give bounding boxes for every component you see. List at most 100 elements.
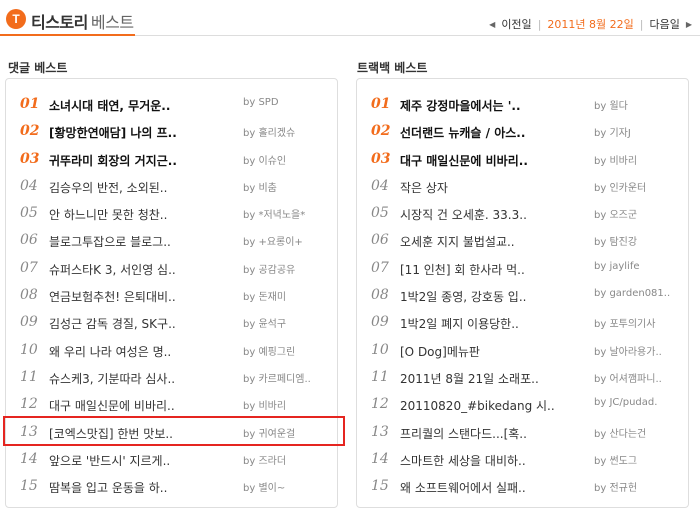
list-item[interactable]: 12 20110820_#bikedang 시.. by JC/pudad. xyxy=(357,391,688,418)
post-title-link[interactable]: 김성근 감독 경질, SK구.. xyxy=(49,315,239,332)
author-link[interactable]: by 별이~ xyxy=(243,479,335,494)
list-item[interactable]: 09 1박2일 폐지 이용당한.. by 포투의기사 xyxy=(357,309,688,336)
list-item[interactable]: 10 왜 우리 나라 여성은 명.. by 예핑그린 xyxy=(6,337,337,364)
author-link[interactable]: by 이슈인 xyxy=(243,152,335,167)
post-title-link[interactable]: 왜 소프트웨어에서 실패.. xyxy=(400,479,590,496)
list-item[interactable]: 13 프리퀄의 스탠다드...[혹.. by 산다는건 xyxy=(357,419,688,446)
author-link[interactable]: by 오즈군 xyxy=(594,206,686,221)
author-link[interactable]: by 즈라더 xyxy=(243,452,335,467)
list-item[interactable]: 10 [O Dog]메뉴판 by 날아라용가.. xyxy=(357,337,688,364)
author-link[interactable]: by 비춤 xyxy=(243,179,335,194)
list-item[interactable]: 07 슈퍼스타K 3, 서인영 심.. by 공감공유 xyxy=(6,255,337,282)
author-link[interactable]: by jaylife xyxy=(594,261,686,272)
author-link[interactable]: by 기자J xyxy=(594,124,686,139)
list-item[interactable]: 02 [황망한연애담] 나의 프.. by 홀리겠슈 xyxy=(6,118,337,145)
list-item[interactable]: 14 앞으로 '반드시' 지르게.. by 즈라더 xyxy=(6,446,337,473)
list-item[interactable]: 06 블로그투잡으로 블로그.. by +요롱이+ xyxy=(6,227,337,254)
list-item[interactable]: 07 [11 인천] 회 한사라 먹.. by jaylife xyxy=(357,255,688,282)
post-title-link[interactable]: [O Dog]메뉴판 xyxy=(400,343,590,360)
author-link[interactable]: by 공감공유 xyxy=(243,261,335,276)
list-item[interactable]: 02 선더랜드 뉴캐슬 / 아스.. by 기자J xyxy=(357,118,688,145)
post-title-link[interactable]: 연금보험추천! 은퇴대비.. xyxy=(49,288,239,305)
rank-number: 14 xyxy=(20,450,38,467)
list-item[interactable]: 11 2011년 8월 21일 소래포.. by 어셔깸파니.. xyxy=(357,364,688,391)
author-link[interactable]: by 인카운터 xyxy=(594,179,686,194)
rank-number: 12 xyxy=(371,396,389,413)
author-link[interactable]: by 포투의기사 xyxy=(594,315,686,330)
post-title-link[interactable]: [황망한연애담] 나의 프.. xyxy=(49,124,239,141)
post-title-link[interactable]: 블로그투잡으로 블로그.. xyxy=(49,233,239,250)
author-link[interactable]: by 윤석구 xyxy=(243,315,335,330)
post-title-link[interactable]: 앞으로 '반드시' 지르게.. xyxy=(49,452,239,469)
list-item[interactable]: 05 시장직 건 오세훈. 33.3.. by 오즈군 xyxy=(357,200,688,227)
post-title-link[interactable]: 20110820_#bikedang 시.. xyxy=(400,397,590,414)
list-item[interactable]: 15 왜 소프트웨어에서 실패.. by 전규헌 xyxy=(357,473,688,500)
post-title-link[interactable]: 1박2일 종영, 강호동 입.. xyxy=(400,288,590,305)
list-item[interactable]: 06 오세훈 지지 불법설교.. by 탐진강 xyxy=(357,227,688,254)
post-title-link[interactable]: 대구 매일신문에 비바리.. xyxy=(49,397,239,414)
tistory-logo-icon[interactable]: T xyxy=(6,9,26,29)
list-item[interactable]: 01 제주 강정마을에서는 '.. by 윌다 xyxy=(357,91,688,118)
author-link[interactable]: by 돈재미 xyxy=(243,288,335,303)
post-title-link[interactable]: 땀복을 입고 운동을 하.. xyxy=(49,479,239,496)
post-title-link[interactable]: 안 하느니만 못한 청찬.. xyxy=(49,206,239,223)
author-link[interactable]: by 날아라용가.. xyxy=(594,343,686,358)
post-title-link[interactable]: 슈퍼스타K 3, 서인영 심.. xyxy=(49,261,239,278)
list-item[interactable]: 08 1박2일 종영, 강호동 입.. by garden081.. xyxy=(357,282,688,309)
author-link[interactable]: by 윌다 xyxy=(594,97,686,112)
post-title-link[interactable]: 1박2일 폐지 이용당한.. xyxy=(400,315,590,332)
author-link[interactable]: by 썬도그 xyxy=(594,452,686,467)
author-link[interactable]: by 비바리 xyxy=(243,397,335,412)
author-link[interactable]: by garden081.. xyxy=(594,288,686,299)
post-title-link[interactable]: 2011년 8월 21일 소래포.. xyxy=(400,370,590,387)
post-title-link[interactable]: [11 인천] 회 한사라 먹.. xyxy=(400,261,590,278)
author-link[interactable]: by 전규헌 xyxy=(594,479,686,494)
post-title-link[interactable]: 대구 매일신문에 비바리.. xyxy=(400,152,590,169)
post-title-link[interactable]: 시장직 건 오세훈. 33.3.. xyxy=(400,206,590,223)
list-item[interactable]: 15 땀복을 입고 운동을 하.. by 별이~ xyxy=(6,473,337,500)
list-item[interactable]: 05 안 하느니만 못한 청찬.. by *저녁노을* xyxy=(6,200,337,227)
nav-separator: | xyxy=(537,17,542,31)
rank-number: 01 xyxy=(20,96,40,112)
author-link[interactable]: by 카르페디엠.. xyxy=(243,370,335,385)
post-title-link[interactable]: 스마트한 세상을 대비하.. xyxy=(400,452,590,469)
list-item[interactable]: 01 소녀시대 태연, 무거운.. by SPD xyxy=(6,91,337,118)
list-item[interactable]: 11 슈스케3, 기분따라 심사.. by 카르페디엠.. xyxy=(6,364,337,391)
author-link[interactable]: by +요롱이+ xyxy=(243,233,335,248)
list-item[interactable]: 03 대구 매일신문에 비바리.. by 비바리 xyxy=(357,146,688,173)
author-link[interactable]: by 비바리 xyxy=(594,152,686,167)
post-title-link[interactable]: 소녀시대 태연, 무거운.. xyxy=(49,97,239,114)
author-link[interactable]: by *저녁노을* xyxy=(243,206,335,221)
author-link[interactable]: by 어셔깸파니.. xyxy=(594,370,686,385)
brand-title[interactable]: 티스토리 베스트 xyxy=(31,9,134,33)
post-title-link[interactable]: 프리퀄의 스탠다드...[혹.. xyxy=(400,425,590,442)
post-title-link[interactable]: 제주 강정마을에서는 '.. xyxy=(400,97,590,114)
author-link[interactable]: by 홀리겠슈 xyxy=(243,124,335,139)
rank-number: 09 xyxy=(20,314,38,331)
post-title-link[interactable]: 선더랜드 뉴캐슬 / 아스.. xyxy=(400,124,590,141)
author-link[interactable]: by 산다는건 xyxy=(594,425,686,440)
next-arrow-icon[interactable]: ▶ xyxy=(686,20,692,29)
next-day-link[interactable]: 다음일 xyxy=(649,16,679,32)
list-item[interactable]: 04 김승우의 반전, 소외된.. by 비춤 xyxy=(6,173,337,200)
post-title-link[interactable]: 오세훈 지지 불법설교.. xyxy=(400,233,590,250)
list-item[interactable]: 09 김성근 감독 경질, SK구.. by 윤석구 xyxy=(6,309,337,336)
post-title-link[interactable]: 왜 우리 나라 여성은 명.. xyxy=(49,343,239,360)
prev-arrow-icon[interactable]: ◀ xyxy=(489,20,495,29)
author-link[interactable]: by 예핑그린 xyxy=(243,343,335,358)
list-item[interactable]: 04 작은 상자 by 인카운터 xyxy=(357,173,688,200)
post-title-link[interactable]: 귀뚜라미 회장의 거지근.. xyxy=(49,152,239,169)
list-item[interactable]: 08 연금보험추천! 은퇴대비.. by 돈재미 xyxy=(6,282,337,309)
page-header: T 티스토리 베스트 ◀ 이전일 | 2011년 8월 22일 | 다음일 ▶ xyxy=(0,0,700,38)
author-link[interactable]: by 탐진강 xyxy=(594,233,686,248)
list-item[interactable]: 12 대구 매일신문에 비바리.. by 비바리 xyxy=(6,391,337,418)
prev-day-link[interactable]: 이전일 xyxy=(501,16,531,32)
author-link[interactable]: by SPD xyxy=(243,97,335,108)
author-link[interactable]: by JC/pudad. xyxy=(594,397,686,408)
list-item[interactable]: 14 스마트한 세상을 대비하.. by 썬도그 xyxy=(357,446,688,473)
post-title-link[interactable]: 슈스케3, 기분따라 심사.. xyxy=(49,370,239,387)
post-title-link[interactable]: 김승우의 반전, 소외된.. xyxy=(49,179,239,196)
list-item[interactable]: 03 귀뚜라미 회장의 거지근.. by 이슈인 xyxy=(6,146,337,173)
rank-number: 05 xyxy=(371,205,389,222)
post-title-link[interactable]: 작은 상자 xyxy=(400,179,590,196)
